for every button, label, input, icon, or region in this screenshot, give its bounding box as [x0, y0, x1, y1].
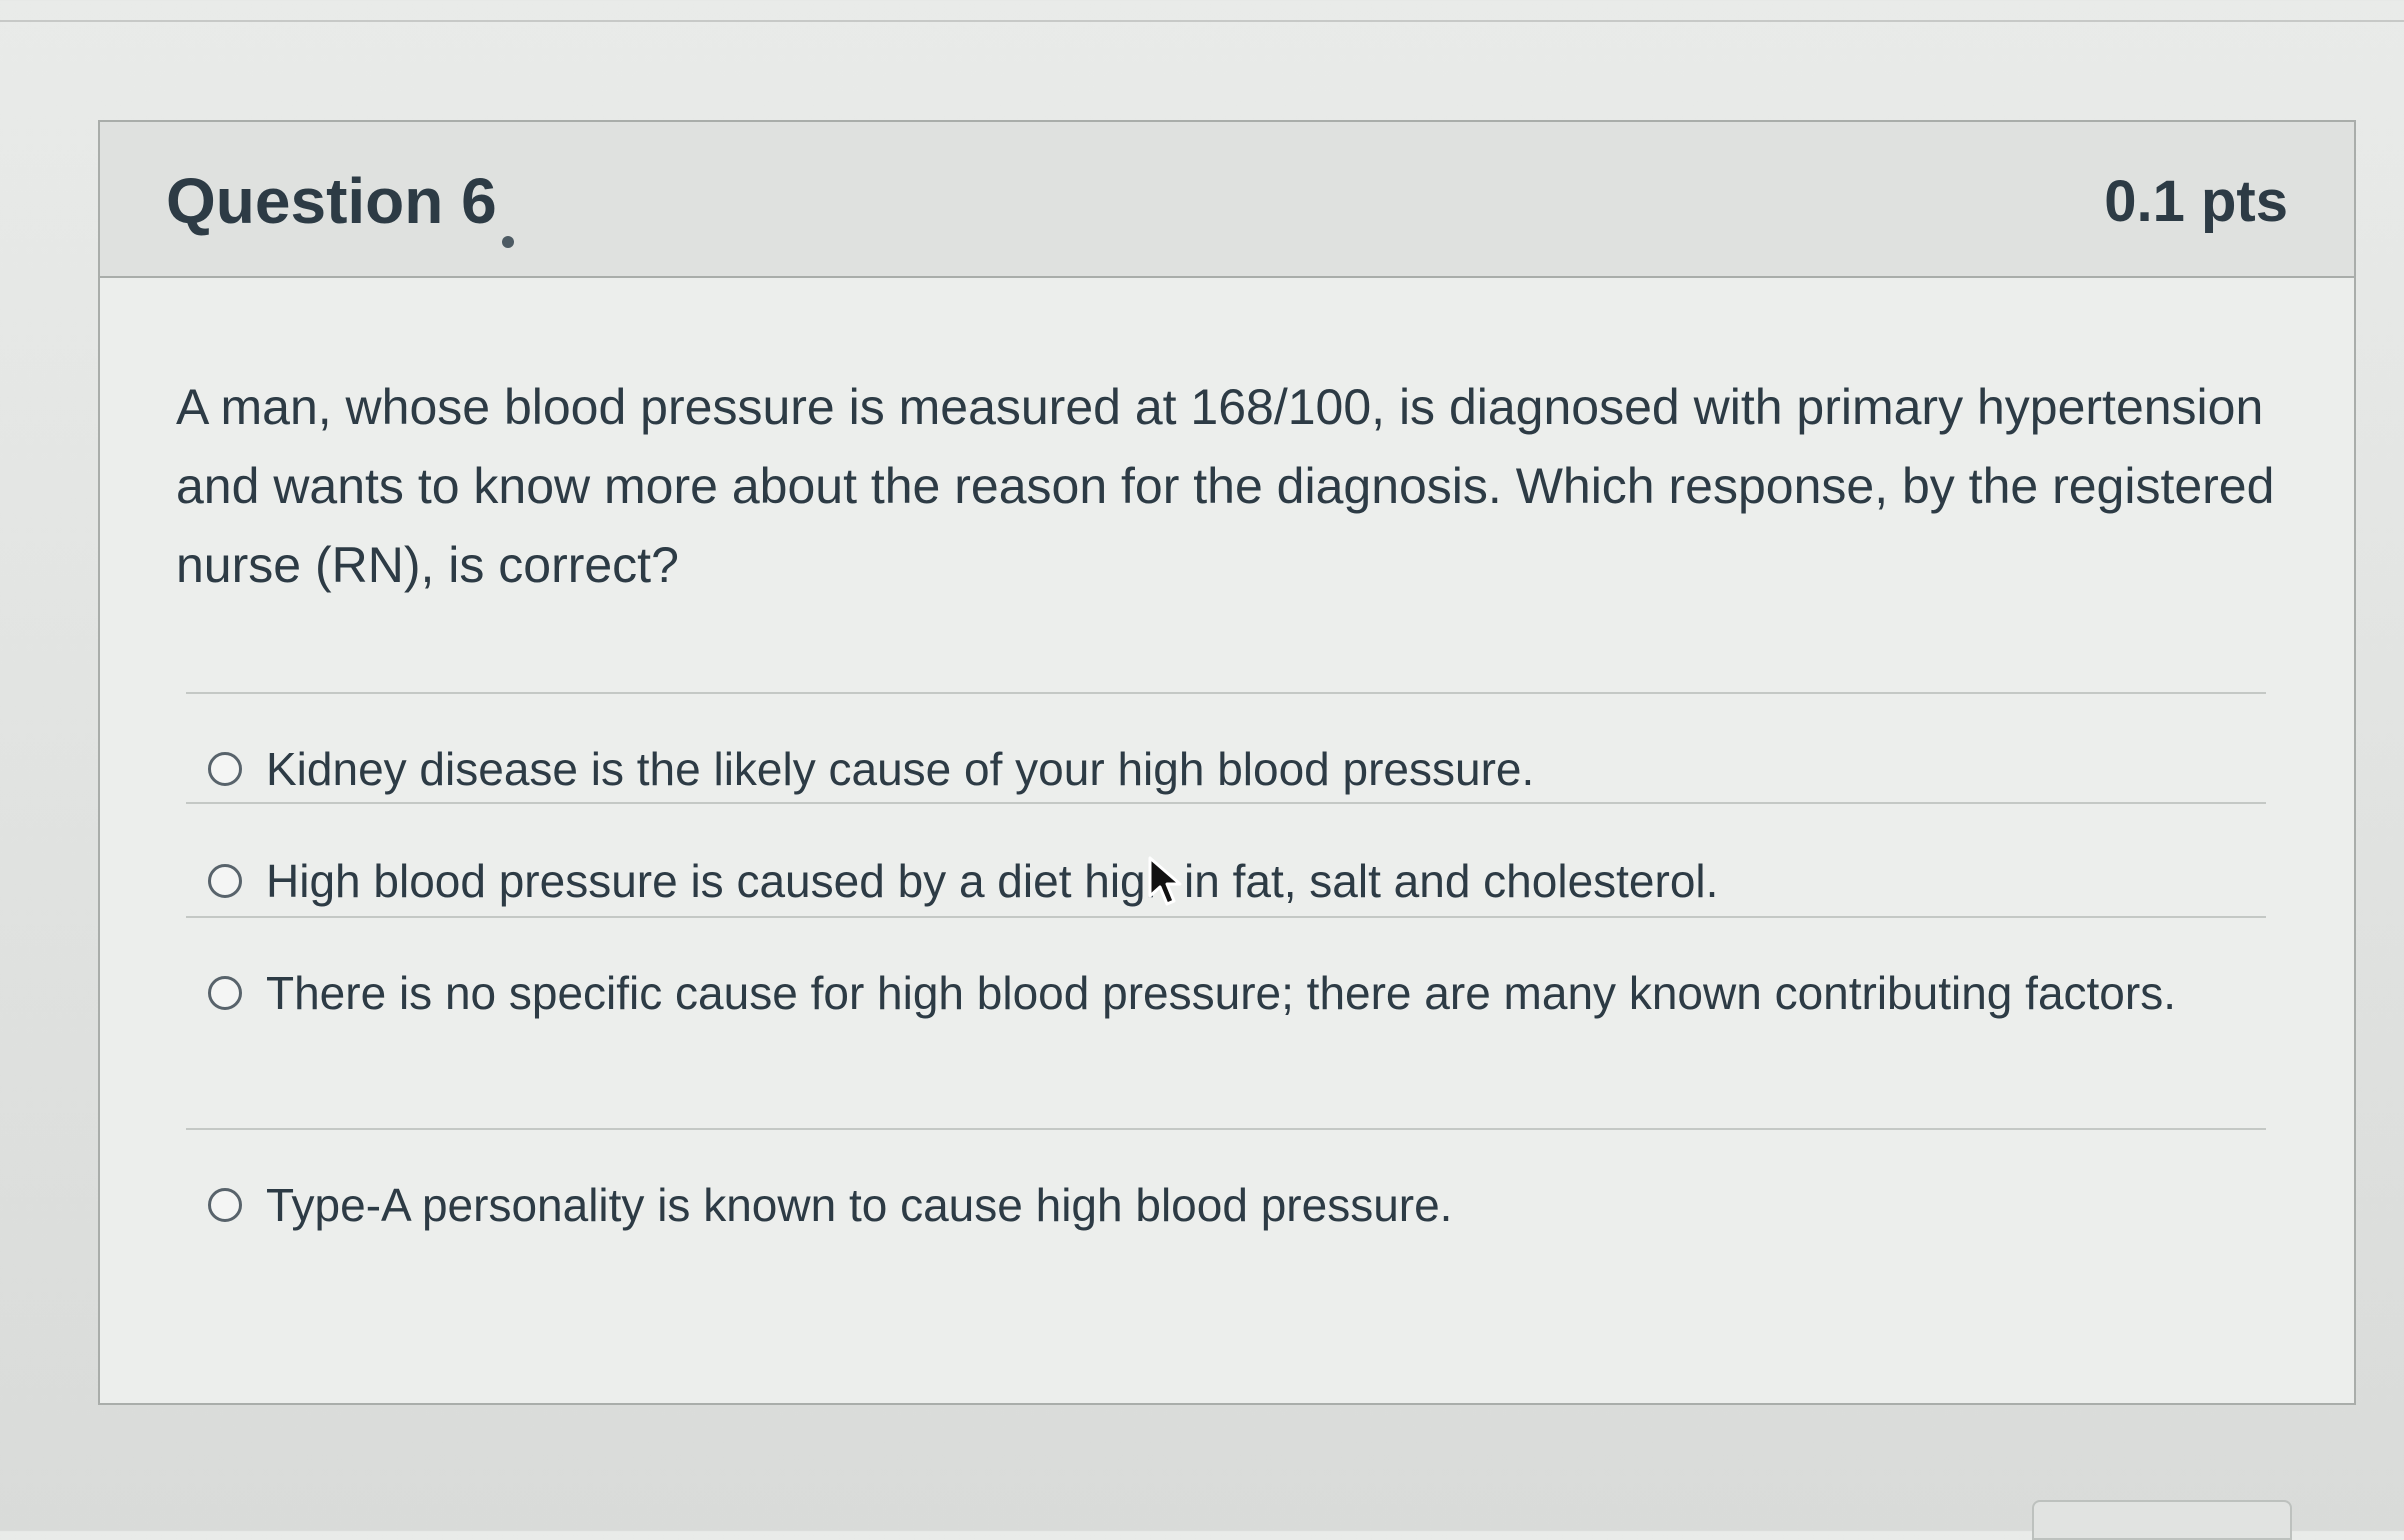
question-title: Question 6: [166, 165, 497, 237]
question-header: Question 6 0.1 pts: [100, 122, 2354, 278]
radio-button-icon[interactable]: [208, 752, 242, 786]
radio-button-icon[interactable]: [208, 1188, 242, 1222]
question-text: A man, whose blood pressure is measured …: [176, 379, 2275, 593]
partial-navigation-button[interactable]: [2032, 1500, 2292, 1540]
answer-option-3[interactable]: There is no specific cause for high bloo…: [208, 966, 2176, 1020]
question-card: Question 6 0.1 pts A man, whose blood pr…: [98, 120, 2356, 1405]
page-top-divider: [0, 20, 2404, 22]
answer-option-2[interactable]: High blood pressure is caused by a diet …: [208, 854, 1718, 908]
answer-option-1[interactable]: Kidney disease is the likely cause of yo…: [208, 742, 1534, 796]
answer-divider: [186, 692, 2266, 694]
answer-option-4[interactable]: Type-A personality is known to cause hig…: [208, 1178, 1452, 1232]
answer-divider: [186, 802, 2266, 804]
answer-option-3-label: There is no specific cause for high bloo…: [266, 967, 2176, 1019]
answer-option-2-label: High blood pressure is caused by a diet …: [266, 855, 1719, 907]
answer-option-4-label: Type-A personality is known to cause hig…: [266, 1179, 1453, 1231]
answer-divider: [186, 1128, 2266, 1130]
mouse-pointer-icon: [1148, 856, 1182, 906]
answer-divider: [186, 916, 2266, 918]
answer-option-1-label: Kidney disease is the likely cause of yo…: [266, 743, 1535, 795]
question-points: 0.1 pts: [2104, 169, 2288, 234]
radio-button-icon[interactable]: [208, 864, 242, 898]
header-dot-marker: [502, 236, 514, 248]
radio-button-icon[interactable]: [208, 976, 242, 1010]
